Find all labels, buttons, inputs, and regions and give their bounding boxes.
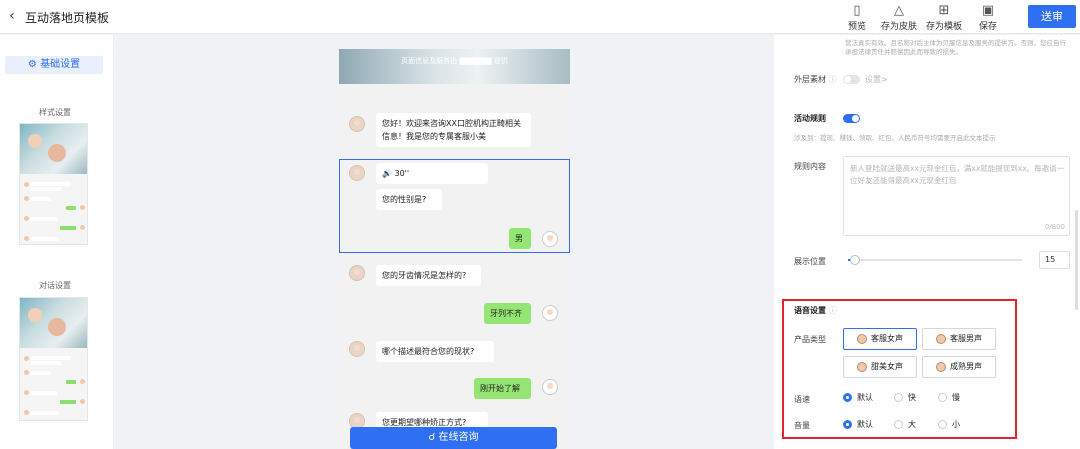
rule-content-textarea[interactable]: 新人登陆就送最高xx元现金红包，满xx就能提现到xx。每邀请一位好友还能得最高x… bbox=[843, 156, 1070, 236]
volume-default-radio[interactable]: 默认 bbox=[843, 419, 873, 430]
activity-rule-toggle[interactable] bbox=[843, 114, 860, 123]
save-button[interactable]: ▣ 保存 bbox=[970, 3, 1006, 32]
agent-avatar bbox=[349, 116, 365, 132]
user-avatar bbox=[542, 231, 558, 247]
basic-settings-button[interactable]: ⚙ 基础设置 bbox=[5, 56, 103, 74]
female-avatar-icon bbox=[857, 361, 867, 372]
save-as-skin-label: 存为皮肤 bbox=[880, 22, 917, 32]
page-title: 互动落地页模板 bbox=[25, 11, 110, 25]
style-settings-label: 样式设置 bbox=[39, 108, 71, 117]
user-avatar bbox=[542, 305, 558, 321]
reply-bubble-gender[interactable]: 男 bbox=[509, 228, 531, 249]
banner-text: 页面信息及服务由 ▇▇▇▇▇▇ 提供 bbox=[401, 57, 508, 65]
chat-bubble-teeth-question[interactable]: 您的牙齿情况是怎样的? bbox=[376, 265, 481, 286]
voice-type-mature-male[interactable]: 成熟男声 bbox=[922, 356, 996, 378]
display-position-slider[interactable] bbox=[848, 259, 1022, 261]
product-type-label: 产品类型 bbox=[794, 335, 826, 344]
female-avatar-icon bbox=[857, 333, 867, 344]
save-as-template-button[interactable]: ⊞ 存为模板 bbox=[924, 3, 964, 32]
reply-bubble-teeth[interactable]: 牙列不齐 bbox=[484, 303, 531, 324]
voice-type-sweet-female[interactable]: 甜美女声 bbox=[843, 356, 917, 378]
male-avatar-icon bbox=[936, 333, 946, 344]
outer-material-toggle[interactable] bbox=[843, 75, 860, 84]
style-thumbnail[interactable] bbox=[19, 123, 88, 245]
preview-label: 预览 bbox=[847, 22, 866, 32]
layout-icon: ⊞ bbox=[938, 3, 950, 18]
speed-default-radio[interactable]: 默认 bbox=[843, 392, 873, 403]
voice-bubble[interactable]: 🔊 30'' bbox=[376, 163, 488, 184]
outer-material-setting-link[interactable]: 设置> bbox=[865, 74, 888, 85]
top-bar: ‹ 互动落地页模板 ▯ 预览 △ 存为皮肤 ⊞ 存为模板 ▣ 保存 送审 bbox=[0, 0, 1080, 34]
agent-avatar bbox=[349, 165, 365, 181]
voice-type-female-service[interactable]: 客服女声 bbox=[843, 328, 917, 350]
agent-avatar bbox=[349, 265, 365, 281]
scrollbar[interactable] bbox=[1075, 210, 1078, 310]
display-position-label: 展示位置 bbox=[794, 257, 826, 266]
shirt-icon: △ bbox=[894, 3, 904, 18]
volume-quiet-radio[interactable]: 小 bbox=[938, 419, 960, 430]
volume-loud-radio[interactable]: 大 bbox=[894, 419, 916, 430]
speed-label: 语速 bbox=[794, 395, 810, 404]
help-icon: ⓘ bbox=[828, 75, 837, 84]
save-as-template-label: 存为模板 bbox=[925, 22, 962, 32]
speed-slow-radio[interactable]: 慢 bbox=[938, 392, 960, 403]
reply-bubble-status[interactable]: 刚开始了解 bbox=[474, 378, 531, 399]
top-hint: 营法真实有效。且名称对后主体为贝服信息及服务的提供方。否则，您应自行承担法律责任… bbox=[845, 39, 1066, 56]
user-avatar bbox=[542, 379, 558, 395]
online-consult-label: 在线咨询 bbox=[438, 432, 479, 443]
chat-bubble-greeting[interactable]: 您好！欢迎来咨询XX口腔机构正畸相关信息！我是您的专属客服小美 bbox=[376, 113, 531, 147]
phone-icon: ▯ bbox=[853, 3, 861, 18]
save-label: 保存 bbox=[978, 22, 997, 32]
chat-bubble-status-question[interactable]: 哪个描述最符合您的现状? bbox=[376, 341, 494, 362]
rule-content-count: 0/800 bbox=[1044, 223, 1065, 231]
display-position-input[interactable]: 15 bbox=[1039, 251, 1070, 269]
submit-review-button[interactable]: 送审 bbox=[1028, 5, 1076, 28]
dialog-thumbnail[interactable] bbox=[19, 297, 88, 421]
online-consult-button[interactable]: ☌ 在线咨询 bbox=[350, 427, 557, 449]
help-icon: ⓘ bbox=[828, 306, 837, 315]
outer-material-label: 外层素材 ⓘ bbox=[794, 75, 837, 84]
agent-avatar bbox=[349, 341, 365, 357]
dialog-settings-label: 对话设置 bbox=[39, 281, 71, 290]
chat-bubble-gender-question[interactable]: 您的性别是? bbox=[376, 189, 442, 210]
speed-fast-radio[interactable]: 快 bbox=[894, 392, 916, 403]
slider-handle[interactable] bbox=[850, 255, 860, 265]
volume-label: 音量 bbox=[794, 421, 810, 430]
banner-image: 页面信息及服务由 ▇▇▇▇▇▇ 提供 bbox=[339, 49, 570, 84]
phone-preview: 页面信息及服务由 ▇▇▇▇▇▇ 提供 您好！欢迎来咨询XX口腔机构正畸相关信息！… bbox=[339, 49, 570, 449]
headset-icon: ☌ bbox=[428, 432, 436, 443]
thumbnail-photo bbox=[20, 124, 87, 174]
preview-button[interactable]: ▯ 预览 bbox=[839, 3, 875, 32]
voice-type-male-service[interactable]: 客服男声 bbox=[922, 328, 996, 350]
rule-content-label: 规则内容 bbox=[794, 162, 826, 171]
save-as-skin-button[interactable]: △ 存为皮肤 bbox=[879, 3, 919, 32]
basic-settings-label: 基础设置 bbox=[40, 59, 81, 70]
activity-rule-hint: 涉及到：提现、赚钱、领取、红包、人民币符号均需要开启此文本提示 bbox=[794, 134, 996, 142]
save-icon: ▣ bbox=[981, 3, 995, 18]
gear-icon: ⚙ bbox=[27, 59, 37, 70]
left-panel: ⚙ 基础设置 样式设置 对话设置 bbox=[0, 35, 114, 449]
male-avatar-icon bbox=[936, 361, 946, 372]
activity-rule-label: 活动规则 bbox=[794, 114, 826, 123]
thumbnail-photo bbox=[20, 298, 87, 348]
chevron-left-icon[interactable]: ‹ bbox=[4, 8, 20, 24]
voice-settings-title: 语音设置 ⓘ bbox=[794, 306, 837, 315]
rule-content-placeholder: 新人登陆就送最高xx元现金红包，满xx就能提现到xx。每邀请一位好友还能得最高x… bbox=[850, 164, 1065, 185]
